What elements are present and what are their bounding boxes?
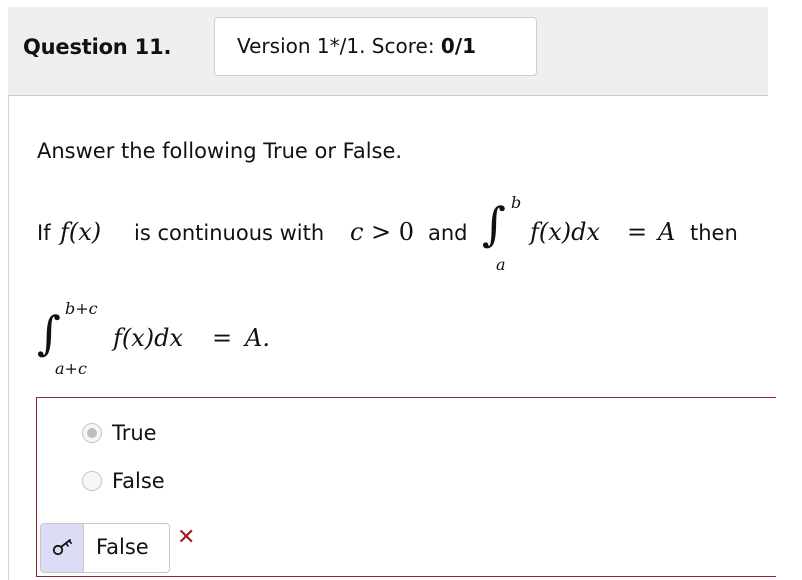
cross-icon: ✕ xyxy=(177,525,196,550)
text-and: and xyxy=(428,221,468,245)
integrand: f(x)dx xyxy=(530,218,601,246)
text-continuous: is continuous with xyxy=(134,221,325,245)
answer-panel: True False False ✕ xyxy=(36,397,776,577)
integral-lower-limit: a xyxy=(496,255,506,274)
version-text: Version 1*/1. Score: xyxy=(237,34,441,58)
problem-statement: If f(x) is continuous with c > 0 and ∫ b… xyxy=(37,185,777,285)
score-value: 0/1 xyxy=(440,34,477,58)
integral-sign: ∫ xyxy=(482,197,506,251)
math-equals-2: = xyxy=(212,324,233,352)
option-false-label: False xyxy=(112,469,165,493)
integral-upper-limit-2: b+c xyxy=(65,299,98,318)
integral-upper-limit: b xyxy=(511,193,522,212)
radio-true[interactable] xyxy=(82,423,102,443)
math-gt-zero: > 0 xyxy=(371,218,415,246)
math-c: c xyxy=(350,218,364,246)
math-equals: = xyxy=(627,218,648,246)
math-fx: f(x) xyxy=(60,218,102,246)
version-score-box: Version 1*/1. Score: 0/1 xyxy=(214,17,537,76)
math-a-2: A. xyxy=(245,324,270,352)
show-answer-key-button[interactable] xyxy=(41,524,84,572)
response-value: False xyxy=(96,535,149,559)
integral-lower-limit-2: a+c xyxy=(55,359,87,378)
question-instruction: Answer the following True or False. xyxy=(37,139,403,163)
math-a: A xyxy=(658,218,676,246)
radio-false[interactable] xyxy=(82,471,102,491)
question-title: Question 11. xyxy=(23,35,172,59)
second-integral: ∫ b+c a+c f(x)dx = A. xyxy=(37,298,337,383)
option-true-label: True xyxy=(112,421,157,445)
submitted-response-box: False xyxy=(40,523,170,573)
question-header: Question 11. Version 1*/1. Score: 0/1 xyxy=(8,7,768,96)
integrand-2: f(x)dx xyxy=(113,324,184,352)
option-false[interactable]: False xyxy=(82,468,165,494)
option-true[interactable]: True xyxy=(82,420,157,446)
text-then: then xyxy=(690,221,738,245)
key-icon xyxy=(52,539,73,556)
integral-sign-2: ∫ xyxy=(37,306,61,360)
text-if: If xyxy=(37,221,51,245)
left-divider xyxy=(8,96,9,580)
